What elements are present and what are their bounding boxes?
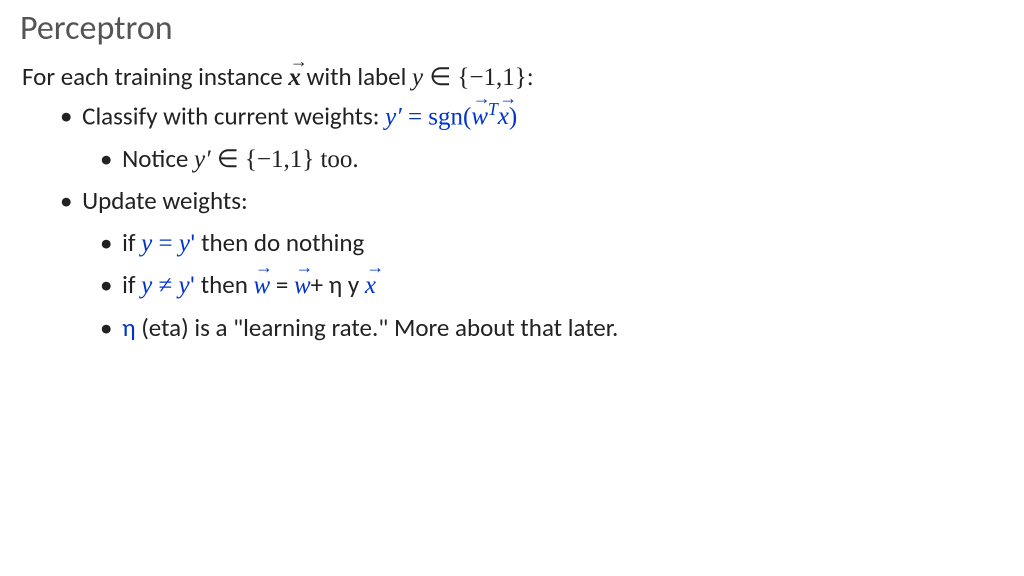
vector-w-2: w <box>254 267 271 305</box>
classify-text: Classify with current weights: <box>82 100 385 131</box>
if-equal-line: • if y = y' then do nothing <box>100 224 1004 263</box>
bullet-icon: • <box>100 143 112 174</box>
var-yprime-3: y <box>179 230 190 257</box>
if2-text-a: if <box>122 269 141 300</box>
bullet-icon: • <box>100 312 112 343</box>
var-y-2: y <box>141 230 152 257</box>
update-line: • Update weights: <box>60 182 1004 220</box>
bullet-icon: • <box>100 269 112 300</box>
notice-line: • Notice y′ ∈ {−1,1} too. <box>100 140 1004 179</box>
intro-text-a: For each training instance <box>22 61 288 92</box>
if2-text-b: then <box>195 269 253 300</box>
notice-text-a: Notice <box>122 143 194 174</box>
classify-line: • Classify with current weights: y′ = sg… <box>60 96 1004 136</box>
var-yprime-4: y <box>178 272 189 299</box>
bullet-icon: • <box>100 227 112 258</box>
neq-sign: ≠ <box>152 272 178 299</box>
eta-text: (eta) is a "learning rate." More about t… <box>136 312 619 343</box>
eq-sign: = <box>402 103 429 130</box>
vector-x-3: x <box>365 267 376 305</box>
var-y-3: y <box>141 272 152 299</box>
update-text: Update weights: <box>82 185 248 216</box>
if-notequal-line: • if y ≠ y' then w = w+ η y x <box>100 266 1004 305</box>
eta-line: • η (eta) is a "learning rate." More abo… <box>100 309 1004 347</box>
intro-text-b: with label <box>301 61 412 92</box>
plus-eta-y: + η y <box>311 269 365 300</box>
vector-w-3: w <box>294 267 311 305</box>
notice-text-b: ∈ {−1,1} too. <box>211 146 359 173</box>
vector-w: w <box>471 98 488 136</box>
var-yprime-2: y′ <box>194 146 211 173</box>
eq-sign-2: = <box>152 230 179 257</box>
eq-sign-3: = <box>270 269 294 300</box>
vector-x-2: x <box>498 98 509 136</box>
eta-symbol: η <box>122 312 135 343</box>
var-yprime: y′ <box>385 103 402 130</box>
bullet-icon: • <box>60 100 72 131</box>
if1-text-b: then do nothing <box>196 227 365 258</box>
bullet-icon: • <box>60 185 72 216</box>
sgn-fn: sgn( <box>428 103 471 130</box>
vector-x: x <box>288 64 301 92</box>
slide-title: Perceptron <box>20 8 1004 49</box>
if1-text-a: if <box>122 227 141 258</box>
var-y: y <box>412 64 423 91</box>
